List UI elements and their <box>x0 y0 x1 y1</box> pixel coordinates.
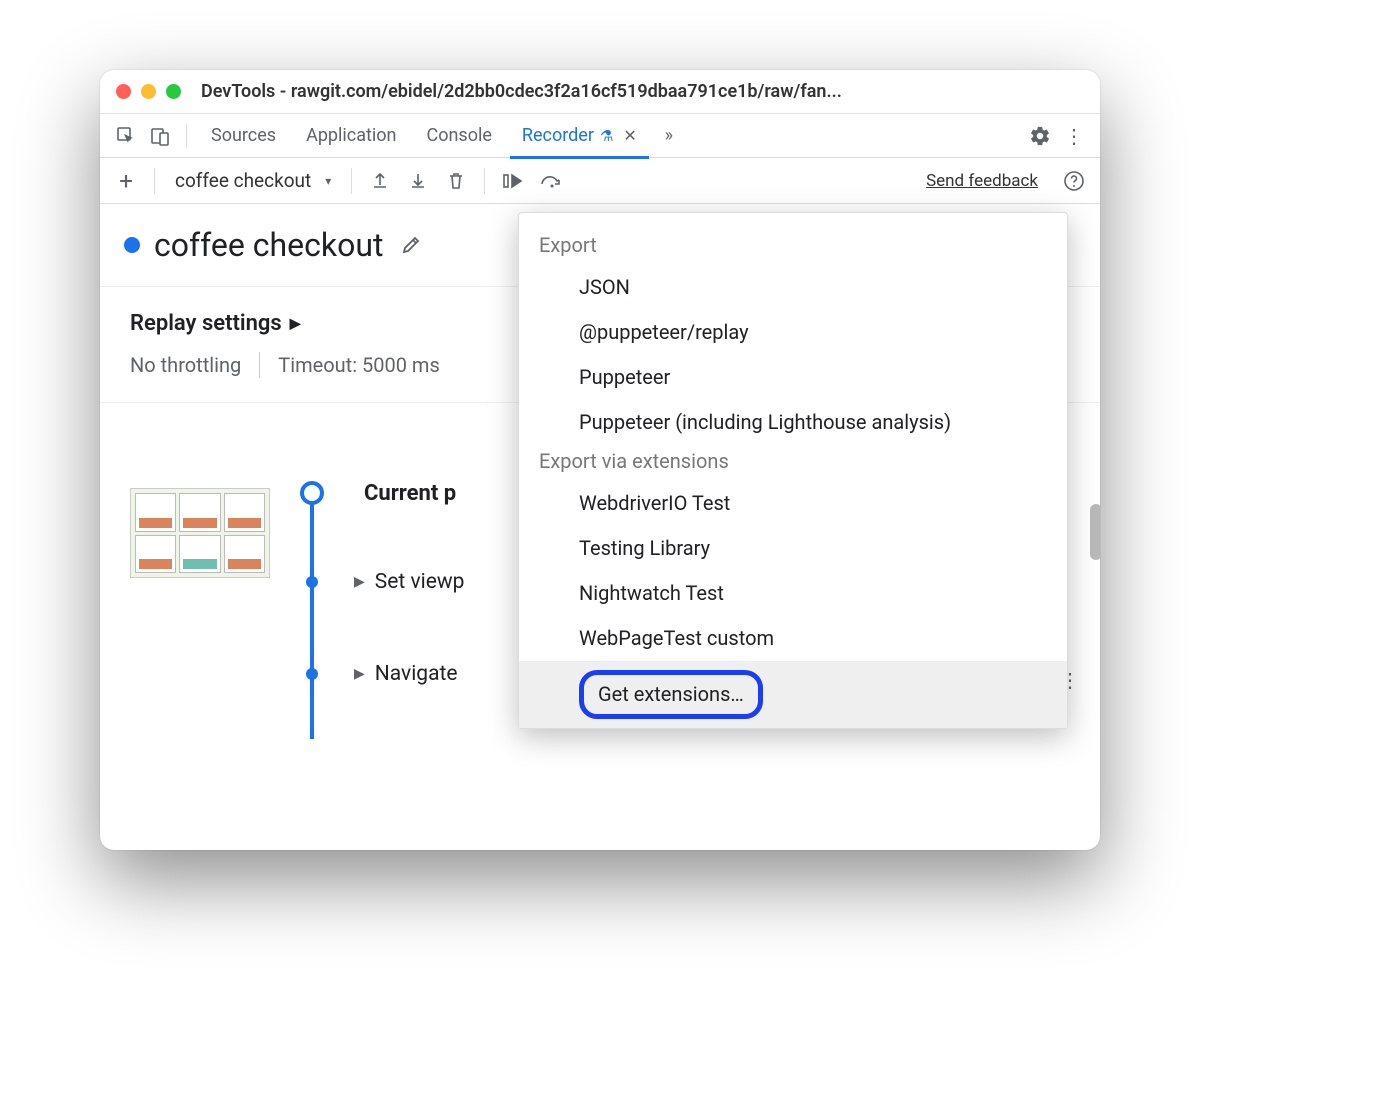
export-option-puppeteer-lighthouse[interactable]: Puppeteer (including Lighthouse analysis… <box>519 400 1067 445</box>
scrollbar-thumb[interactable] <box>1090 504 1100 560</box>
export-option-json[interactable]: JSON <box>519 265 1067 310</box>
inspect-element-icon[interactable] <box>112 122 140 150</box>
new-recording-icon[interactable]: + <box>112 167 140 195</box>
chevron-down-icon: ▾ <box>325 174 331 188</box>
panel-tabs: Sources Application Console Recorder ⚗ ✕… <box>100 114 1100 158</box>
step-current-page[interactable]: Current p <box>354 481 456 506</box>
export-get-extensions[interactable]: Get extensions… <box>519 661 1067 728</box>
chevron-right-icon: ▶ <box>290 316 301 332</box>
more-tabs-icon[interactable]: » <box>655 122 683 150</box>
kebab-menu-icon[interactable]: ⋮ <box>1060 122 1088 150</box>
devtools-window: DevTools - rawgit.com/ebidel/2d2bb0cdec3… <box>100 70 1100 850</box>
send-feedback-link[interactable]: Send feedback <box>926 171 1038 191</box>
chevron-right-icon: ▶ <box>354 574 365 590</box>
replay-step-icon[interactable] <box>499 167 527 195</box>
export-option-puppeteer[interactable]: Puppeteer <box>519 355 1067 400</box>
export-icon[interactable] <box>366 167 394 195</box>
close-tab-icon[interactable]: ✕ <box>623 126 636 145</box>
export-option-puppeteer-replay[interactable]: @puppeteer/replay <box>519 310 1067 355</box>
close-window-icon[interactable] <box>116 84 131 99</box>
recording-title: coffee checkout <box>154 226 383 264</box>
export-extensions-group-label: Export via extensions <box>519 445 1067 481</box>
page-thumbnail <box>130 488 270 578</box>
export-option-webpagetest[interactable]: WebPageTest custom <box>519 616 1067 661</box>
zoom-window-icon[interactable] <box>166 84 181 99</box>
device-toolbar-icon[interactable] <box>146 122 174 150</box>
chevron-right-icon: ▶ <box>354 666 365 682</box>
recording-indicator-icon <box>124 237 140 253</box>
window-title: DevTools - rawgit.com/ebidel/2d2bb0cdec3… <box>201 81 1084 102</box>
recording-select[interactable]: coffee checkout ▾ <box>169 169 337 192</box>
titlebar: DevTools - rawgit.com/ebidel/2d2bb0cdec3… <box>100 70 1100 114</box>
minimize-window-icon[interactable] <box>141 84 156 99</box>
export-group-label: Export <box>519 229 1067 265</box>
import-icon[interactable] <box>404 167 432 195</box>
recorder-toolbar: + coffee checkout ▾ Send feedback <box>100 158 1100 204</box>
flask-icon: ⚗ <box>600 127 613 145</box>
timeline-track <box>310 489 314 739</box>
export-option-testing-library[interactable]: Testing Library <box>519 526 1067 571</box>
throttling-value: No throttling <box>130 353 241 377</box>
step-over-icon[interactable] <box>537 167 565 195</box>
help-icon[interactable] <box>1060 167 1088 195</box>
timeline-node[interactable] <box>306 668 318 680</box>
delete-icon[interactable] <box>442 167 470 195</box>
timeline-node[interactable] <box>306 576 318 588</box>
tab-console[interactable]: Console <box>414 114 503 158</box>
step-set-viewport[interactable]: ▶ Set viewp <box>354 570 464 594</box>
tab-application[interactable]: Application <box>294 114 408 158</box>
step-navigate[interactable]: ▶ Navigate <box>354 662 458 686</box>
edit-title-icon[interactable] <box>397 231 425 259</box>
export-menu: Export JSON @puppeteer/replay Puppeteer … <box>518 212 1068 729</box>
export-option-webdriverio[interactable]: WebdriverIO Test <box>519 481 1067 526</box>
tab-recorder[interactable]: Recorder ⚗ ✕ <box>510 114 649 158</box>
export-option-nightwatch[interactable]: Nightwatch Test <box>519 571 1067 616</box>
settings-icon[interactable] <box>1026 122 1054 150</box>
timeout-value: Timeout: 5000 ms <box>278 353 440 377</box>
tab-sources[interactable]: Sources <box>199 114 288 158</box>
window-controls <box>116 84 181 99</box>
timeline-node[interactable] <box>300 481 324 505</box>
